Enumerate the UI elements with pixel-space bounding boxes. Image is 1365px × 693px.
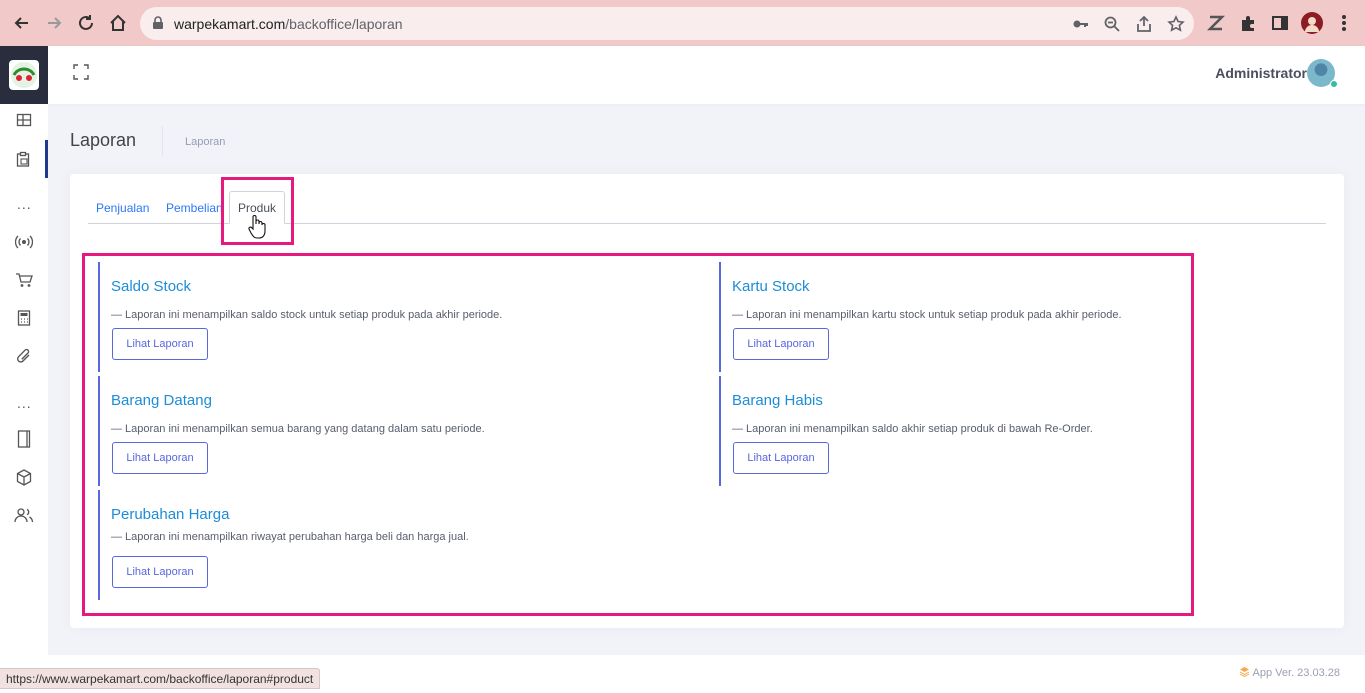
sidebar-item-products[interactable] xyxy=(0,458,48,496)
logo-area[interactable] xyxy=(0,46,48,104)
layers-icon xyxy=(1239,667,1250,678)
report-description: — Laporan ini menampilkan semua barang y… xyxy=(111,423,485,435)
lock-icon xyxy=(153,16,163,29)
lihat-laporan-button[interactable]: Lihat Laporan xyxy=(112,442,208,474)
arrow-left-icon xyxy=(14,17,28,29)
user-name[interactable]: Administrator xyxy=(1215,65,1307,81)
breadcrumb[interactable]: Laporan xyxy=(185,136,225,148)
sidebar-item-attachment[interactable] xyxy=(0,337,48,375)
app-version-text: App Ver. 23.03.28 xyxy=(1252,667,1340,679)
key-icon[interactable] xyxy=(1072,15,1090,33)
page-title: Laporan xyxy=(70,130,137,150)
report-perubahan-harga: Perubahan Harga — Laporan ini menampilka… xyxy=(98,490,698,600)
sidebar-item-users[interactable] xyxy=(0,496,48,534)
zoom-icon[interactable] xyxy=(1103,15,1121,33)
url-host: warpekamart.com xyxy=(174,16,286,32)
dashboard-icon xyxy=(16,113,32,127)
star-icon[interactable] xyxy=(1167,15,1185,33)
report-title[interactable]: Saldo Stock xyxy=(111,278,191,295)
section-dots: ... xyxy=(17,196,32,212)
lihat-laporan-button[interactable]: Lihat Laporan xyxy=(733,442,829,474)
puzzle-icon[interactable] xyxy=(1237,12,1259,34)
address-bar[interactable]: warpekamart.com/backoffice/laporan xyxy=(140,7,1194,40)
section-dots: ... xyxy=(17,395,32,411)
status-bar-url: https://www.warpekamart.com/backoffice/l… xyxy=(0,668,321,689)
user-avatar[interactable] xyxy=(1307,59,1338,88)
sidebar-item-notebook[interactable] xyxy=(0,420,48,458)
box-icon xyxy=(16,468,32,486)
side-panel-icon[interactable] xyxy=(1269,12,1291,34)
arrow-right-icon xyxy=(48,17,62,29)
brand-logo xyxy=(9,60,39,90)
report-title[interactable]: Kartu Stock xyxy=(732,278,810,295)
online-status-dot xyxy=(1330,80,1338,88)
sidebar-item-calculator[interactable] xyxy=(0,299,48,337)
share-icon[interactable] xyxy=(1135,15,1153,33)
reload-button[interactable] xyxy=(74,11,98,35)
report-description: — Laporan ini menampilkan saldo stock un… xyxy=(111,309,503,321)
sidebar: ... ... xyxy=(0,46,48,693)
report-kartu-stock: Kartu Stock — Laporan ini menampilkan ka… xyxy=(719,262,1179,372)
back-button[interactable] xyxy=(10,11,34,35)
report-title[interactable]: Barang Datang xyxy=(111,392,212,409)
sidebar-item-dashboard[interactable] xyxy=(0,101,48,139)
report-barang-habis: Barang Habis — Laporan ini menampilkan s… xyxy=(719,376,1179,486)
report-saldo-stock: Saldo Stock — Laporan ini menampilkan sa… xyxy=(98,262,698,372)
browser-menu-icon[interactable] xyxy=(1333,12,1355,34)
report-description: — Laporan ini menampilkan saldo akhir se… xyxy=(732,423,1093,435)
report-barang-datang: Barang Datang — Laporan ini menampilkan … xyxy=(98,376,698,486)
users-icon xyxy=(14,508,34,523)
lihat-laporan-button[interactable]: Lihat Laporan xyxy=(733,328,829,360)
top-header: Administrator xyxy=(48,46,1365,104)
hand-cursor-icon xyxy=(248,215,266,239)
sidebar-item-cart[interactable] xyxy=(0,261,48,299)
subheader-separator xyxy=(162,126,163,156)
lihat-laporan-button[interactable]: Lihat Laporan xyxy=(112,556,208,588)
cart-icon xyxy=(16,273,33,287)
browser-toolbar: warpekamart.com/backoffice/laporan xyxy=(0,0,1365,46)
clipboard-icon xyxy=(16,151,29,167)
report-title[interactable]: Perubahan Harga xyxy=(111,506,229,523)
sidebar-item-broadcast[interactable] xyxy=(0,223,48,261)
sidebar-item-laporan[interactable] xyxy=(0,140,48,178)
notebook-icon xyxy=(17,430,31,448)
fullscreen-icon[interactable] xyxy=(73,64,89,80)
report-description: — Laporan ini menampilkan kartu stock un… xyxy=(732,309,1122,321)
paperclip-icon xyxy=(17,348,30,363)
reload-icon xyxy=(79,15,93,30)
url-text: warpekamart.com/backoffice/laporan xyxy=(174,16,403,32)
app-version: App Ver. 23.03.28 xyxy=(1239,666,1340,679)
forward-button[interactable] xyxy=(42,11,66,35)
z-extension-icon[interactable] xyxy=(1205,12,1227,34)
url-path: /backoffice/laporan xyxy=(285,16,403,32)
lihat-laporan-button[interactable]: Lihat Laporan xyxy=(112,328,208,360)
calculator-icon xyxy=(17,310,31,326)
report-title[interactable]: Barang Habis xyxy=(732,392,823,409)
profile-avatar-icon[interactable] xyxy=(1301,12,1323,34)
tab-pembelian[interactable]: Pembelian xyxy=(166,201,223,215)
home-icon xyxy=(110,14,126,31)
home-button[interactable] xyxy=(106,11,130,35)
report-description: — Laporan ini menampilkan riwayat peruba… xyxy=(111,531,469,543)
broadcast-icon xyxy=(15,235,33,249)
tab-penjualan[interactable]: Penjualan xyxy=(96,201,149,215)
